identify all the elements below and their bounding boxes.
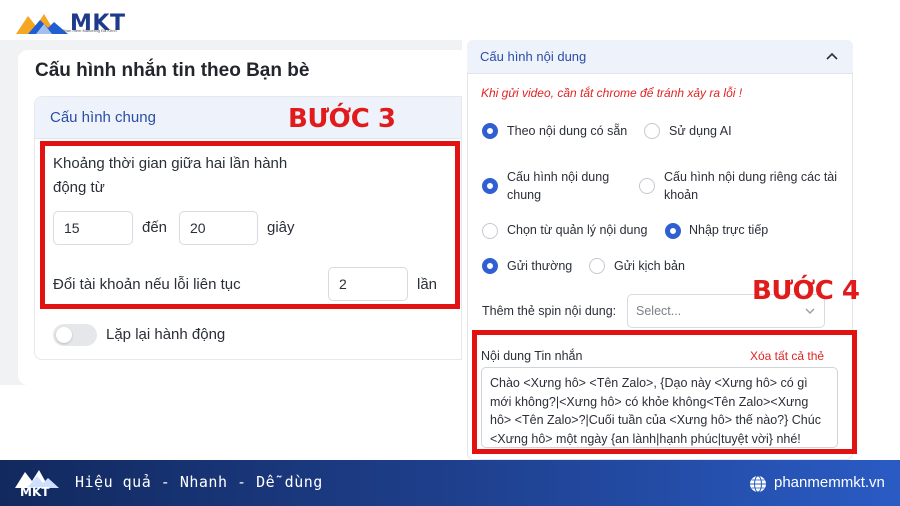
section-title: Cấu hình chung [35, 97, 461, 139]
spin-tag-placeholder: Select... [636, 304, 682, 318]
radio-script-send[interactable] [589, 258, 605, 274]
option-script-send[interactable]: Gửi kịch bản [614, 257, 685, 275]
radio-available-content[interactable] [482, 123, 498, 139]
step4-annotation: BƯỚC 4 [752, 276, 860, 306]
radio-use-ai[interactable] [644, 123, 660, 139]
spin-tag-label: Thêm thẻ spin nội dung: [482, 304, 617, 318]
footer-slogan: Hiệu quả - Nhanh - Dễ dùng [75, 473, 323, 491]
radio-common-content[interactable] [482, 178, 498, 194]
toggle-knob [56, 327, 72, 343]
option-per-account-content[interactable]: Cấu hình nội dung riêng các tài khoản [664, 168, 844, 204]
radio-direct-input[interactable] [665, 223, 681, 239]
option-common-content[interactable]: Cấu hình nội dung chung [507, 168, 637, 204]
chevron-up-icon[interactable] [826, 52, 838, 60]
option-use-ai[interactable]: Sử dụng AI [669, 122, 732, 140]
step3-highlight-box [40, 141, 460, 309]
step4-highlight-box [472, 330, 857, 454]
radio-per-account-content[interactable] [639, 178, 655, 194]
option-content-manager[interactable]: Chọn từ quản lý nội dung [507, 221, 647, 239]
page-title: Cấu hình nhắn tin theo Bạn bè [35, 60, 310, 81]
footer-brand-name: MKT [20, 485, 50, 499]
radio-content-manager[interactable] [482, 223, 498, 239]
option-normal-send[interactable]: Gửi thường [507, 257, 572, 275]
brand-tagline: Phần mềm Marketing Đa Kênh [62, 28, 117, 33]
repeat-action-toggle[interactable] [53, 324, 97, 346]
video-warning-text: Khi gửi video, cần tắt chrome để tránh x… [481, 86, 743, 100]
step3-annotation: BƯỚC 3 [288, 104, 396, 134]
footer-website[interactable]: phanmemmkt.vn [774, 474, 885, 491]
option-direct-input[interactable]: Nhập trực tiếp [689, 221, 768, 239]
globe-icon [750, 475, 766, 493]
content-config-title: Cấu hình nội dung [480, 49, 587, 64]
chevron-down-icon[interactable] [805, 308, 815, 314]
repeat-action-label: Lặp lại hành động [106, 326, 226, 343]
radio-normal-send[interactable] [482, 258, 498, 274]
option-available-content[interactable]: Theo nội dung có sẵn [507, 122, 627, 140]
